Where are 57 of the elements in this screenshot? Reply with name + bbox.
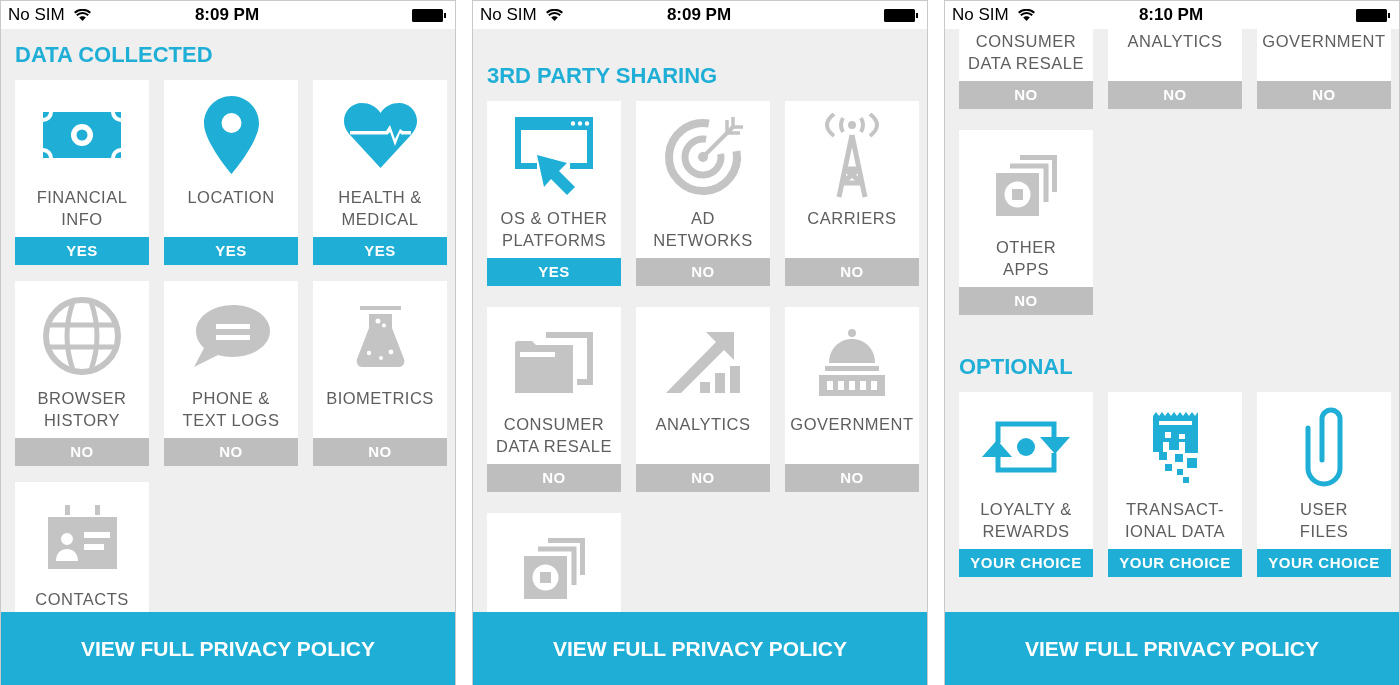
answer-badge: NO [636, 464, 770, 492]
section-heading: 3RD PARTY SHARING [487, 63, 719, 89]
answer-badge: NO [1108, 81, 1242, 109]
category-label: AD NETWORKS [652, 208, 754, 251]
section-heading: OPTIONAL [959, 354, 1074, 380]
category-label: OS & OTHER PLATFORMS [499, 208, 609, 251]
category-label: GOVERNMENT [1261, 31, 1387, 52]
privacy-policy-button[interactable]: VIEW FULL PRIVACY POLICY [945, 612, 1399, 685]
category-label: BROWSER HISTORY [36, 388, 128, 431]
answer-badge: NO [15, 438, 149, 466]
answer-badge: NO [785, 258, 919, 286]
carrier-label: No SIM [480, 5, 537, 25]
answer-badge: NO [164, 438, 298, 466]
category-label: GOVERNMENT [789, 414, 915, 435]
answer-badge: NO [487, 464, 621, 492]
answer-badge: YES [164, 237, 298, 265]
wifi-icon [545, 9, 563, 21]
category-label: LOCATION [186, 187, 276, 208]
category-label: CONTACTS [34, 589, 130, 610]
battery-icon [1356, 8, 1390, 22]
answer-badge: NO [313, 438, 447, 466]
answer-badge: YES [487, 258, 621, 286]
category-label: CARRIERS [806, 208, 898, 229]
category-label: ANALYTICS [1126, 31, 1224, 52]
section-heading: DATA COLLECTED [15, 42, 214, 68]
category-label: FINANCIAL INFO [35, 187, 129, 230]
category-label: OTHER APPS [994, 237, 1058, 280]
answer-badge: NO [959, 81, 1093, 109]
privacy-policy-button[interactable]: VIEW FULL PRIVACY POLICY [473, 612, 927, 685]
answer-badge: YES [15, 237, 149, 265]
answer-badge: YOUR CHOICE [959, 549, 1093, 577]
wifi-icon [1017, 9, 1035, 21]
category-label: TRANSACT- IONAL DATA [1123, 499, 1226, 542]
category-label: ANALYTICS [654, 414, 752, 435]
wifi-icon [73, 9, 91, 21]
battery-icon [884, 8, 918, 22]
clock-label: 8:10 PM [1138, 5, 1204, 25]
answer-badge: NO [785, 464, 919, 492]
clock-label: 8:09 PM [666, 5, 732, 25]
answer-badge: NO [636, 258, 770, 286]
answer-badge: YOUR CHOICE [1108, 549, 1242, 577]
battery-icon [412, 8, 446, 22]
answer-badge: YOUR CHOICE [1257, 549, 1391, 577]
category-label: USER FILES [1298, 499, 1350, 542]
category-label: BIOMETRICS [325, 388, 435, 409]
carrier-label: No SIM [952, 5, 1009, 25]
category-label: CONSUMER DATA RESALE [967, 31, 1085, 74]
carrier-label: No SIM [8, 5, 65, 25]
answer-badge: NO [1257, 81, 1391, 109]
answer-badge: YES [313, 237, 447, 265]
category-label: CONSUMER DATA RESALE [495, 414, 613, 457]
category-label: HEALTH & MEDICAL [337, 187, 423, 230]
privacy-policy-button[interactable]: VIEW FULL PRIVACY POLICY [1, 612, 455, 685]
answer-badge: NO [959, 287, 1093, 315]
category-label: LOYALTY & REWARDS [979, 499, 1073, 542]
clock-label: 8:09 PM [194, 5, 260, 25]
category-label: PHONE & TEXT LOGS [181, 388, 281, 431]
